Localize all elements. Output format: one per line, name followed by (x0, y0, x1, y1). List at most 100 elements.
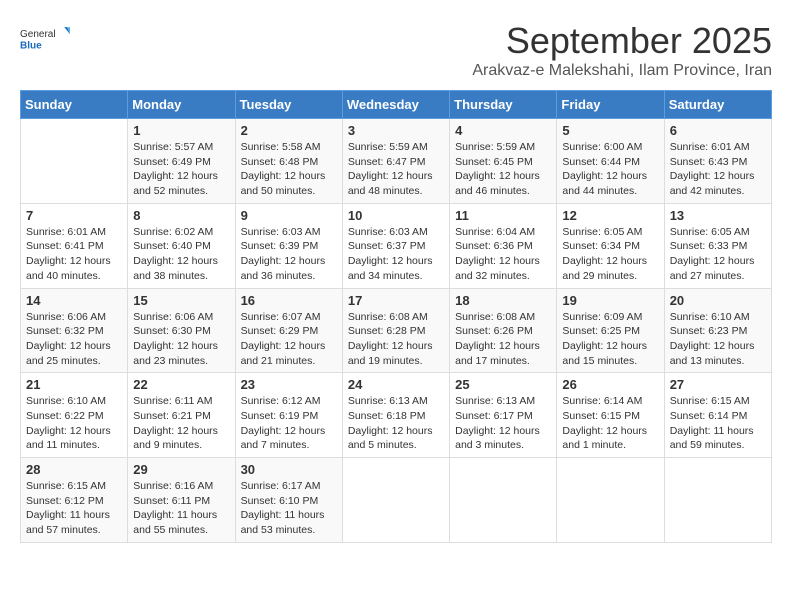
day-info: Sunrise: 6:07 AM Sunset: 6:29 PM Dayligh… (241, 310, 337, 369)
day-number: 16 (241, 293, 337, 308)
location: Arakvaz-e Malekshahi, Ilam Province, Ira… (472, 62, 772, 80)
calendar-cell: 9Sunrise: 6:03 AM Sunset: 6:39 PM Daylig… (235, 203, 342, 288)
day-number: 9 (241, 208, 337, 223)
svg-text:Blue: Blue (20, 41, 42, 52)
calendar-cell: 8Sunrise: 6:02 AM Sunset: 6:40 PM Daylig… (128, 203, 235, 288)
day-info: Sunrise: 6:06 AM Sunset: 6:30 PM Dayligh… (133, 310, 229, 369)
month-title: September 2025 (472, 20, 772, 62)
day-info: Sunrise: 6:15 AM Sunset: 6:12 PM Dayligh… (26, 479, 122, 538)
day-number: 2 (241, 123, 337, 138)
calendar-cell (557, 458, 664, 543)
day-number: 25 (455, 377, 551, 392)
calendar-cell: 13 Sunrise: 6:05 AM Sunset: 6:33 PM Dayli… (664, 203, 771, 288)
calendar-cell: 21Sunrise: 6:10 AM Sunset: 6:22 PM Dayli… (21, 373, 128, 458)
day-info: Sunrise: 6:10 AM Sunset: 6:23 PM Dayligh… (670, 310, 766, 369)
calendar-cell: 4 Sunrise: 5:59 AM Sunset: 6:45 PM Daylig… (450, 119, 557, 204)
calendar-cell (450, 458, 557, 543)
day-number: 12 (562, 208, 658, 223)
calendar-table: SundayMondayTuesdayWednesdayThursdayFrid… (20, 90, 772, 543)
day-number: 4 (455, 123, 551, 138)
day-info: Sunrise: 5:59 AM Sunset: 6:47 PM Dayligh… (348, 140, 444, 199)
day-number: 8 (133, 208, 229, 223)
day-info: Sunrise: 6:05 AM Sunset: 6:34 PM Dayligh… (562, 225, 658, 284)
calendar-cell: 29 Sunrise: 6:16 AM Sunset: 6:11 PM Dayli… (128, 458, 235, 543)
day-number: 15 (133, 293, 229, 308)
calendar-cell: 16 Sunrise: 6:07 AM Sunset: 6:29 PM Dayli… (235, 288, 342, 373)
day-header-thursday: Thursday (450, 91, 557, 119)
day-number: 14 (26, 293, 122, 308)
svg-text:General: General (20, 29, 56, 40)
logo-svg: General Blue (20, 20, 70, 60)
day-number: 10 (348, 208, 444, 223)
calendar-cell: 14 Sunrise: 6:06 AM Sunset: 6:32 PM Dayli… (21, 288, 128, 373)
day-info: Sunrise: 6:06 AM Sunset: 6:32 PM Dayligh… (26, 310, 122, 369)
day-number: 18 (455, 293, 551, 308)
day-number: 22 (133, 377, 229, 392)
day-number: 28 (26, 462, 122, 477)
calendar-cell: 12 Sunrise: 6:05 AM Sunset: 6:34 PM Dayli… (557, 203, 664, 288)
day-number: 27 (670, 377, 766, 392)
calendar-cell (664, 458, 771, 543)
day-info: Sunrise: 5:57 AM Sunset: 6:49 PM Dayligh… (133, 140, 229, 199)
calendar-cell: 24 Sunrise: 6:13 AM Sunset: 6:18 PM Dayli… (342, 373, 449, 458)
day-number: 29 (133, 462, 229, 477)
calendar-cell: 1 Sunrise: 5:57 AM Sunset: 6:49 PM Daylig… (128, 119, 235, 204)
day-info: Sunrise: 6:09 AM Sunset: 6:25 PM Dayligh… (562, 310, 658, 369)
calendar-cell: 20 Sunrise: 6:10 AM Sunset: 6:23 PM Dayli… (664, 288, 771, 373)
week-row-3: 14 Sunrise: 6:06 AM Sunset: 6:32 PM Dayli… (21, 288, 772, 373)
page-header: General Blue September 2025 Arakvaz-e Ma… (20, 20, 772, 80)
logo: General Blue (20, 20, 70, 60)
day-header-saturday: Saturday (664, 91, 771, 119)
day-number: 17 (348, 293, 444, 308)
day-number: 19 (562, 293, 658, 308)
week-row-1: 1 Sunrise: 5:57 AM Sunset: 6:49 PM Daylig… (21, 119, 772, 204)
day-info: Sunrise: 6:17 AM Sunset: 6:10 PM Dayligh… (241, 479, 337, 538)
calendar-cell: 28 Sunrise: 6:15 AM Sunset: 6:12 PM Dayli… (21, 458, 128, 543)
day-info: Sunrise: 6:01 AM Sunset: 6:43 PM Dayligh… (670, 140, 766, 199)
day-info: Sunrise: 6:01 AM Sunset: 6:41 PM Dayligh… (26, 225, 122, 284)
calendar-cell: 11Sunrise: 6:04 AM Sunset: 6:36 PM Dayli… (450, 203, 557, 288)
calendar-cell: 30 Sunrise: 6:17 AM Sunset: 6:10 PM Dayli… (235, 458, 342, 543)
calendar-cell: 22Sunrise: 6:11 AM Sunset: 6:21 PM Dayli… (128, 373, 235, 458)
day-info: Sunrise: 6:08 AM Sunset: 6:26 PM Dayligh… (455, 310, 551, 369)
day-info: Sunrise: 6:05 AM Sunset: 6:33 PM Dayligh… (670, 225, 766, 284)
day-number: 13 (670, 208, 766, 223)
day-header-sunday: Sunday (21, 91, 128, 119)
day-number: 26 (562, 377, 658, 392)
day-number: 6 (670, 123, 766, 138)
day-info: Sunrise: 6:15 AM Sunset: 6:14 PM Dayligh… (670, 394, 766, 453)
day-info: Sunrise: 6:12 AM Sunset: 6:19 PM Dayligh… (241, 394, 337, 453)
calendar-cell (342, 458, 449, 543)
calendar-cell: 5Sunrise: 6:00 AM Sunset: 6:44 PM Daylig… (557, 119, 664, 204)
calendar-cell: 27 Sunrise: 6:15 AM Sunset: 6:14 PM Dayli… (664, 373, 771, 458)
day-number: 20 (670, 293, 766, 308)
day-number: 7 (26, 208, 122, 223)
day-number: 30 (241, 462, 337, 477)
day-info: Sunrise: 6:10 AM Sunset: 6:22 PM Dayligh… (26, 394, 122, 453)
day-info: Sunrise: 5:59 AM Sunset: 6:45 PM Dayligh… (455, 140, 551, 199)
day-info: Sunrise: 6:08 AM Sunset: 6:28 PM Dayligh… (348, 310, 444, 369)
week-row-4: 21Sunrise: 6:10 AM Sunset: 6:22 PM Dayli… (21, 373, 772, 458)
day-number: 23 (241, 377, 337, 392)
day-number: 3 (348, 123, 444, 138)
day-info: Sunrise: 6:13 AM Sunset: 6:18 PM Dayligh… (348, 394, 444, 453)
calendar-cell: 19 Sunrise: 6:09 AM Sunset: 6:25 PM Dayli… (557, 288, 664, 373)
calendar-cell (21, 119, 128, 204)
day-number: 11 (455, 208, 551, 223)
day-number: 24 (348, 377, 444, 392)
calendar-cell: 18 Sunrise: 6:08 AM Sunset: 6:26 PM Dayli… (450, 288, 557, 373)
day-info: Sunrise: 6:13 AM Sunset: 6:17 PM Dayligh… (455, 394, 551, 453)
calendar-cell: 17 Sunrise: 6:08 AM Sunset: 6:28 PM Dayli… (342, 288, 449, 373)
calendar-cell: 26Sunrise: 6:14 AM Sunset: 6:15 PM Dayli… (557, 373, 664, 458)
week-row-2: 7 Sunrise: 6:01 AM Sunset: 6:41 PM Daylig… (21, 203, 772, 288)
day-info: Sunrise: 5:58 AM Sunset: 6:48 PM Dayligh… (241, 140, 337, 199)
calendar-cell: 2 Sunrise: 5:58 AM Sunset: 6:48 PM Daylig… (235, 119, 342, 204)
day-header-friday: Friday (557, 91, 664, 119)
calendar-cell: 10Sunrise: 6:03 AM Sunset: 6:37 PM Dayli… (342, 203, 449, 288)
day-number: 5 (562, 123, 658, 138)
day-number: 1 (133, 123, 229, 138)
day-info: Sunrise: 6:16 AM Sunset: 6:11 PM Dayligh… (133, 479, 229, 538)
title-block: September 2025 Arakvaz-e Malekshahi, Ila… (472, 20, 772, 80)
week-row-5: 28 Sunrise: 6:15 AM Sunset: 6:12 PM Dayli… (21, 458, 772, 543)
day-header-tuesday: Tuesday (235, 91, 342, 119)
